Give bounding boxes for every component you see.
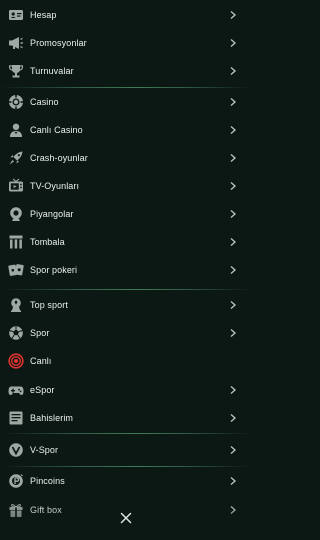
trophy-icon [8, 63, 24, 79]
tv-icon [8, 178, 24, 194]
menu-item-tv-oyunlari[interactable]: TV-Oyunları [0, 172, 250, 200]
chevron-right-icon [228, 385, 238, 395]
id-card-icon [8, 7, 24, 23]
chevron-right-icon [228, 209, 238, 219]
dealer-icon [8, 122, 24, 138]
menu-item-pincoins[interactable]: Pincoins [0, 467, 250, 495]
menu-item-label: Turnuvalar [30, 66, 74, 76]
menu-item-label: Bahislerim [30, 413, 74, 423]
menu-item-label: Crash-oyunlar [30, 153, 88, 163]
menu-item-top-sport[interactable]: Top sport [0, 291, 250, 319]
menu-item-label: Piyangolar [30, 209, 74, 219]
menu-item-espor[interactable]: eSpor [0, 376, 250, 404]
live-icon [8, 353, 24, 369]
menu-item-label: Promosyonlar [30, 38, 87, 48]
pincoin-icon [8, 473, 24, 489]
menu-item-spor-pokeri[interactable]: Spor pokeri [0, 256, 250, 284]
gift-box-icon [8, 502, 24, 518]
menu-item-bahislerim[interactable]: Bahislerim [0, 404, 250, 432]
menu-item-label: Casino [30, 97, 59, 107]
rocket-icon [8, 150, 24, 166]
menu-item-label: V-Spor [30, 445, 59, 455]
chevron-right-icon [228, 38, 238, 48]
menu-item-label: Canlı Casino [30, 125, 83, 135]
chevron-right-icon [228, 181, 238, 191]
lottery-ball-icon [8, 206, 24, 222]
gamepad-icon [8, 382, 24, 398]
chevron-right-icon [228, 237, 238, 247]
side-menu: Hesap Promosyonlar Turnuvalar Casino Can… [0, 0, 250, 540]
menu-item-label: Tombala [30, 237, 65, 247]
chevron-right-icon [228, 328, 238, 338]
menu-item-hesap[interactable]: Hesap [0, 1, 250, 29]
chevron-right-icon [228, 66, 238, 76]
menu-item-label: Spor pokeri [30, 265, 78, 275]
bet-slip-icon [8, 410, 24, 426]
section-divider [0, 289, 250, 290]
menu-item-label: Spor [30, 328, 50, 338]
megaphone-icon [8, 35, 24, 51]
menu-item-label: Gift box [30, 505, 62, 515]
menu-item-label: Pincoins [30, 476, 65, 486]
casino-chip-icon [8, 94, 24, 110]
chevron-right-icon [228, 505, 238, 515]
menu-item-v-spor[interactable]: V-Spor [0, 436, 250, 464]
menu-item-label: eSpor [30, 385, 55, 395]
chevron-right-icon [228, 265, 238, 275]
section-divider [0, 433, 250, 434]
menu-item-label: Hesap [30, 10, 57, 20]
chevron-right-icon [228, 97, 238, 107]
chevron-right-icon [228, 153, 238, 163]
menu-item-tombala[interactable]: Tombala [0, 228, 250, 256]
close-icon[interactable] [118, 510, 134, 526]
chevron-right-icon [228, 445, 238, 455]
menu-item-promosyonlar[interactable]: Promosyonlar [0, 29, 250, 57]
chevron-right-icon [228, 10, 238, 20]
menu-item-crash-oyunlar[interactable]: Crash-oyunlar [0, 144, 250, 172]
virtual-sport-icon [8, 442, 24, 458]
cards-icon [8, 262, 24, 278]
menu-item-casino[interactable]: Casino [0, 88, 250, 116]
menu-item-turnuvalar[interactable]: Turnuvalar [0, 57, 250, 85]
chevron-right-icon [228, 125, 238, 135]
menu-item-canli[interactable]: Canlı [0, 347, 250, 375]
bingo-icon [8, 234, 24, 250]
menu-item-label: Top sport [30, 300, 68, 310]
chevron-right-icon [228, 476, 238, 486]
menu-item-label: Canlı [30, 356, 52, 366]
menu-item-label: TV-Oyunları [30, 181, 80, 191]
chevron-right-icon [228, 300, 238, 310]
soccer-ball-icon [8, 325, 24, 341]
menu-item-spor[interactable]: Spor [0, 319, 250, 347]
menu-item-piyangolar[interactable]: Piyangolar [0, 200, 250, 228]
menu-item-canli-casino[interactable]: Canlı Casino [0, 116, 250, 144]
top-sport-icon [8, 297, 24, 313]
chevron-right-icon [228, 413, 238, 423]
